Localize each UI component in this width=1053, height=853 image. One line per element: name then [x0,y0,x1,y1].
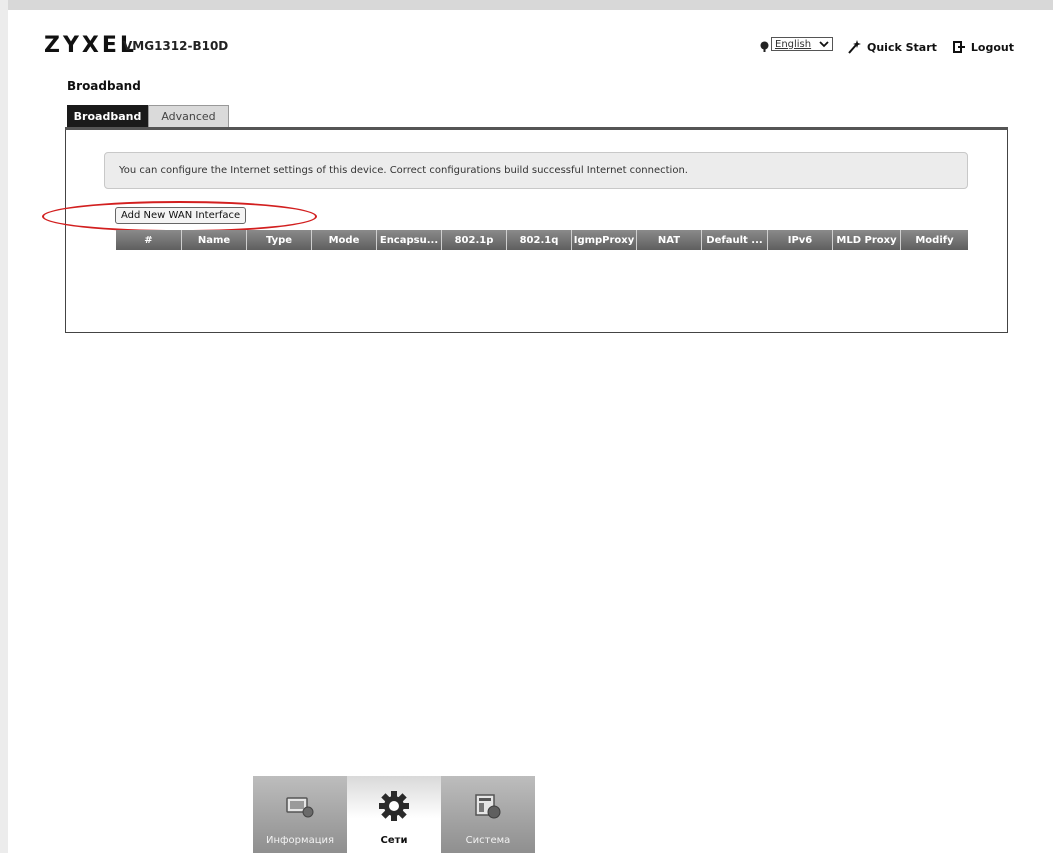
monitor-icon [283,789,317,823]
device-model: VMG1312-B10D [123,39,229,53]
column-encapsulation[interactable]: Encapsu... [377,230,442,250]
column-8021p[interactable]: 802.1p [442,230,507,250]
column-mode[interactable]: Mode [312,230,377,250]
chevron-down-icon [819,40,829,47]
info-message: You can configure the Internet settings … [104,152,968,189]
wand-icon [848,40,861,54]
column-igmp-proxy[interactable]: IgmpProxy [572,230,637,250]
column-nat[interactable]: NAT [637,230,702,250]
nav-system[interactable]: Система [441,776,535,853]
wan-interface-table-header: # Name Type Mode Encapsu... 802.1p 802.1… [116,230,968,250]
gear-icon [377,789,411,823]
nav-information[interactable]: Информация [253,776,347,853]
column-mld-proxy[interactable]: MLD Proxy [833,230,901,250]
language-value: English [775,38,812,50]
window-top-border [0,0,1053,10]
column-8021q[interactable]: 802.1q [507,230,572,250]
system-tools-icon [471,789,505,823]
logout-link[interactable]: Logout [952,40,1014,54]
add-wan-interface-button[interactable]: Add New WAN Interface [115,207,247,224]
language-icon [760,41,769,52]
window-left-border [0,0,8,853]
column-name[interactable]: Name [182,230,247,250]
nav-network-label: Сети [380,835,408,846]
page-title: Broadband [67,79,141,93]
bottom-navigation: Информация Сети Система [253,776,535,853]
nav-system-label: Система [465,835,511,846]
tab-bar: Broadband Advanced [67,105,229,127]
quick-start-label: Quick Start [867,40,937,54]
column-ipv6[interactable]: IPv6 [768,230,833,250]
nav-network[interactable]: Сети [347,776,441,853]
nav-information-label: Информация [265,835,335,846]
logout-icon [952,41,965,53]
panel-top-bar [65,127,1008,130]
tab-broadband[interactable]: Broadband [67,105,148,127]
header-toolbar: English Quick Start Logout [760,37,1014,57]
column-modify[interactable]: Modify [901,230,968,250]
language-select[interactable]: English [771,37,833,51]
column-default-gateway[interactable]: Default ... [702,230,768,250]
quick-start-link[interactable]: Quick Start [847,40,937,54]
logout-label: Logout [970,40,1014,54]
tab-advanced[interactable]: Advanced [148,105,229,127]
column-type[interactable]: Type [247,230,312,250]
info-text: You can configure the Internet settings … [119,165,688,176]
column-number[interactable]: # [116,230,182,250]
